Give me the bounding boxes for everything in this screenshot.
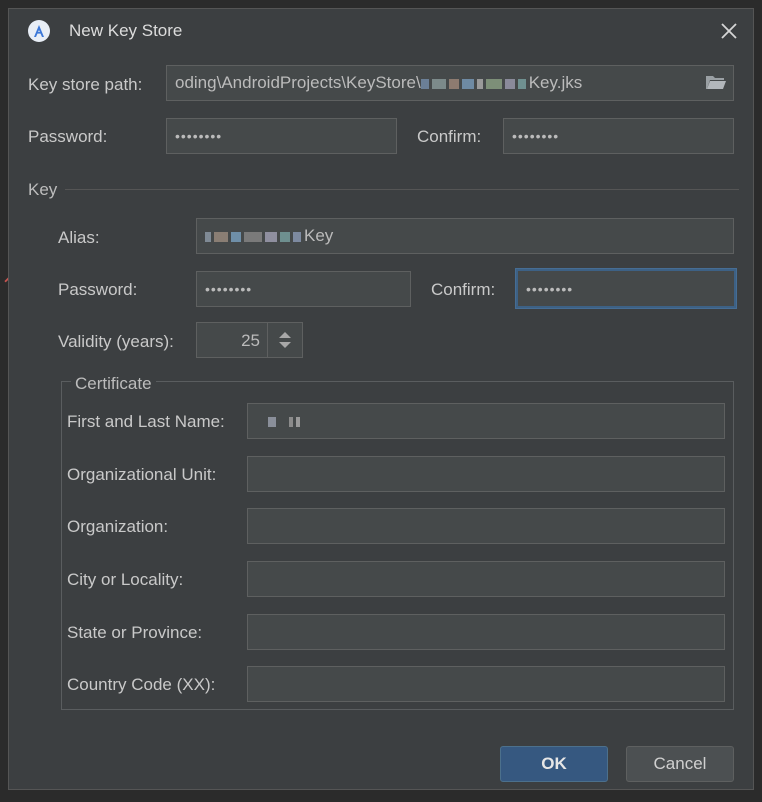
key-store-path-value: oding\AndroidProjects\KeyStore\ [175,73,421,92]
first-last-name-field[interactable] [247,403,725,439]
state-province-label: State or Province: [67,623,203,642]
dialog-title: New Key Store [69,21,183,40]
android-studio-logo-icon [28,20,50,42]
first-last-name-label: First and Last Name: [67,412,225,431]
organizational-unit-label: Organizational Unit: [67,465,217,484]
new-key-store-dialog: New Key Store Key store path: oding\Andr… [8,8,754,790]
error-arrow-icon: ↑ [0,274,18,300]
key-store-path-suffix: Key.jks [528,73,583,92]
spinner-up-icon[interactable] [278,331,292,339]
close-icon [721,23,737,39]
organization-label: Organization: [67,517,169,536]
keystore-password-label: Password: [28,127,108,146]
title-bar: New Key Store [9,9,753,53]
validity-spinner[interactable]: 25 [196,322,303,358]
key-separator [65,189,739,190]
alias-field[interactable]: Key [196,218,734,254]
key-password-field[interactable]: •••••••• [196,271,411,307]
close-button[interactable] [715,17,743,45]
alias-suffix: Key [304,226,334,245]
folder-open-icon[interactable] [705,72,727,92]
redacted-text [205,226,304,246]
key-confirm-label: Confirm: [431,280,496,299]
organization-field[interactable] [247,508,725,544]
redacted-text [420,73,529,93]
key-section-label: Key [28,180,58,199]
cancel-button[interactable]: Cancel [626,746,734,782]
certificate-title: Certificate [71,374,156,394]
key-store-path-label: Key store path: [28,75,143,94]
state-province-field[interactable] [247,614,725,650]
city-locality-label: City or Locality: [67,570,184,589]
spinner-down-icon[interactable] [278,341,292,349]
spinner-buttons[interactable] [267,323,302,357]
keystore-confirm-label: Confirm: [417,127,482,146]
country-code-field[interactable] [247,666,725,702]
alias-label: Alias: [58,228,100,247]
city-locality-field[interactable] [247,561,725,597]
keystore-confirm-field[interactable]: •••••••• [503,118,734,154]
key-confirm-field[interactable]: •••••••• [516,269,736,308]
country-code-label: Country Code (XX): [67,675,216,694]
validity-label: Validity (years): [58,332,174,351]
ok-button[interactable]: OK [500,746,608,782]
organizational-unit-field[interactable] [247,456,725,492]
keystore-password-field[interactable]: •••••••• [166,118,397,154]
validity-value: 25 [241,331,260,350]
key-store-path-field[interactable]: oding\AndroidProjects\KeyStore\ Key.jks [166,65,734,101]
key-password-label: Password: [58,280,138,299]
redacted-text [256,411,303,431]
